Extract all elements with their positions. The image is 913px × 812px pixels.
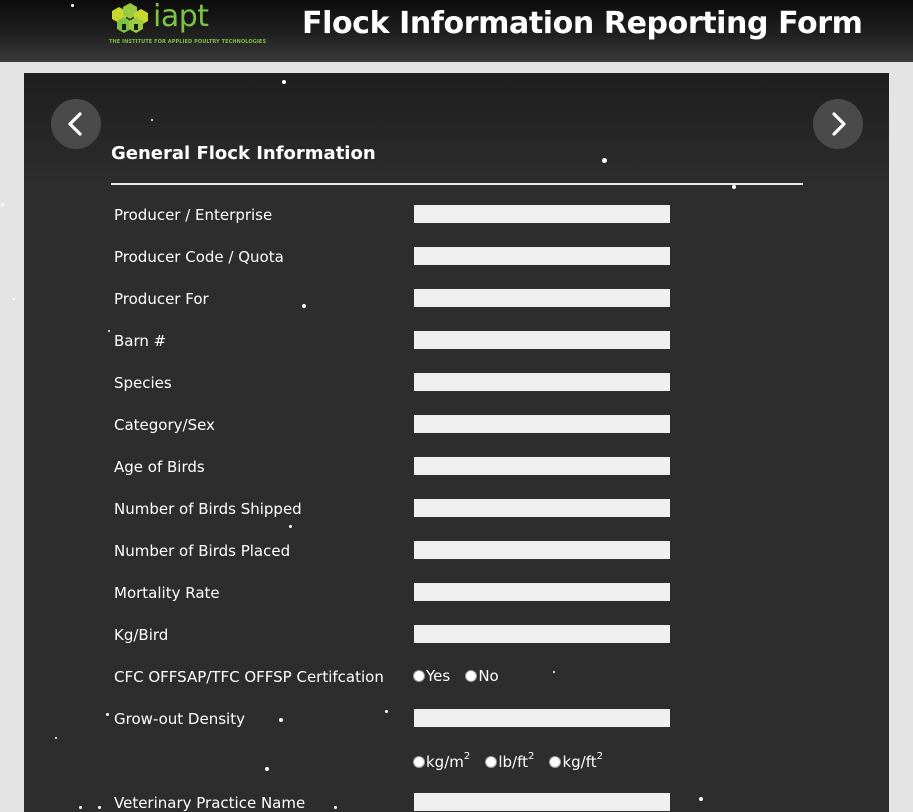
- snow-dot: [302, 304, 306, 308]
- snow-dot: [106, 713, 109, 716]
- producer-for-label: Producer For: [114, 290, 209, 308]
- snow-dot: [699, 797, 703, 801]
- snow-dot: [385, 710, 388, 713]
- vet-practice-input[interactable]: [414, 793, 670, 811]
- producer-code-quota-label: Producer Code / Quota: [114, 248, 284, 266]
- page-title: Flock Information Reporting Form: [302, 6, 863, 41]
- radio-label: kg/ft: [562, 753, 597, 771]
- growout-density-label: Grow-out Density: [114, 710, 245, 728]
- barn-number-label: Barn #: [114, 332, 167, 350]
- mortality-rate-input[interactable]: [414, 583, 670, 601]
- barn-number-input[interactable]: [414, 331, 670, 349]
- certification-label: CFC OFFSAP/TFC OFFSP Certifcation: [114, 668, 384, 686]
- header-bar: iapt THE INSTITUTE FOR APPLIED POULTRY T…: [0, 0, 913, 62]
- producer-enterprise-label: Producer / Enterprise: [114, 206, 273, 224]
- producer-enterprise-input[interactable]: [414, 205, 670, 223]
- section-divider: [111, 183, 803, 185]
- exponent: 2: [596, 750, 604, 762]
- snow-dot: [151, 119, 153, 121]
- category-sex-input[interactable]: [414, 415, 670, 433]
- snow-dot: [279, 718, 283, 722]
- snow-dot: [13, 298, 15, 300]
- chevron-left-icon: [68, 112, 82, 136]
- snow-dot: [108, 330, 110, 332]
- unit-kg-ft2-option[interactable]: kg/ft 2: [549, 750, 604, 771]
- next-page-button[interactable]: [813, 99, 863, 149]
- species-input[interactable]: [414, 373, 670, 391]
- producer-for-input[interactable]: [414, 289, 670, 307]
- snow-dot: [71, 4, 74, 7]
- snow-dot: [282, 80, 286, 84]
- certification-no-option[interactable]: No: [465, 667, 499, 685]
- snow-dot: [55, 737, 57, 739]
- chevron-right-icon: [832, 112, 846, 136]
- form-panel: General Flock Information Producer / Ent…: [24, 73, 889, 812]
- previous-page-button[interactable]: [51, 99, 101, 149]
- radio-label: No: [478, 667, 499, 685]
- radio-button[interactable]: [413, 756, 425, 768]
- exponent: 2: [528, 750, 535, 762]
- hexagon-logo-icon: [112, 3, 148, 33]
- snow-dot: [79, 806, 82, 809]
- age-of-birds-label: Age of Birds: [114, 458, 205, 476]
- kg-per-bird-input[interactable]: [414, 625, 670, 643]
- birds-placed-input[interactable]: [414, 541, 670, 559]
- snow-dot: [289, 525, 292, 528]
- snow-dot: [602, 158, 607, 163]
- radio-button[interactable]: [465, 670, 478, 682]
- category-sex-label: Category/Sex: [114, 416, 215, 434]
- logo-subtitle: THE INSTITUTE FOR APPLIED POULTRY TECHNO…: [109, 39, 267, 45]
- mortality-rate-label: Mortality Rate: [114, 584, 220, 602]
- kg-per-bird-label: Kg/Bird: [114, 626, 169, 644]
- radio-button[interactable]: [485, 756, 498, 768]
- certification-yes-option[interactable]: Yes: [413, 667, 450, 685]
- snow-dot: [732, 185, 736, 189]
- density-unit-radio-group: kg/m 2 lb/ft 2 kg/ft 2: [413, 750, 613, 773]
- logo-wordmark: iapt: [153, 0, 209, 34]
- certification-radio-group: Yes No: [413, 667, 509, 687]
- snow-dot: [1, 203, 4, 206]
- producer-code-quota-input[interactable]: [414, 247, 670, 265]
- birds-shipped-label: Number of Birds Shipped: [114, 500, 302, 518]
- birds-shipped-input[interactable]: [414, 499, 670, 517]
- radio-button[interactable]: [413, 670, 425, 682]
- snow-dot: [553, 671, 555, 673]
- unit-lb-ft2-option[interactable]: lb/ft 2: [485, 750, 535, 771]
- vet-practice-label: Veterinary Practice Name: [114, 794, 306, 812]
- exponent: 2: [463, 750, 471, 762]
- snow-dot: [98, 806, 101, 809]
- radio-label: kg/m: [426, 753, 464, 771]
- radio-label: lb/ft: [498, 753, 528, 771]
- section-title: General Flock Information: [111, 143, 376, 164]
- birds-placed-label: Number of Birds Placed: [114, 542, 291, 560]
- snow-dot: [334, 806, 337, 809]
- age-of-birds-input[interactable]: [414, 457, 670, 475]
- growout-density-input[interactable]: [414, 709, 670, 727]
- radio-label: Yes: [426, 667, 451, 685]
- radio-button[interactable]: [549, 756, 562, 768]
- species-label: Species: [114, 374, 172, 392]
- snow-dot: [265, 767, 269, 771]
- iapt-logo: iapt THE INSTITUTE FOR APPLIED POULTRY T…: [108, 0, 278, 47]
- unit-kg-m2-option[interactable]: kg/m 2: [413, 750, 471, 771]
